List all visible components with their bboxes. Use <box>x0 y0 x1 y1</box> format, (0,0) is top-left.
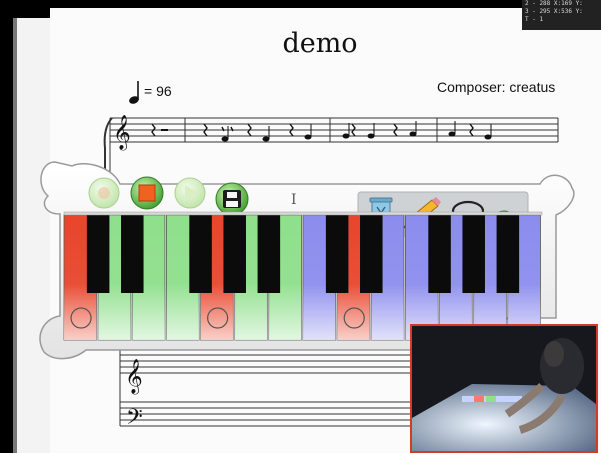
black-key[interactable] <box>223 215 246 293</box>
black-key[interactable] <box>462 215 485 293</box>
stop-button[interactable] <box>130 176 164 210</box>
black-key[interactable] <box>189 215 212 293</box>
black-key[interactable] <box>360 215 383 293</box>
black-key[interactable] <box>428 215 451 293</box>
black-key[interactable] <box>86 215 110 293</box>
record-button[interactable] <box>88 177 120 209</box>
camera-scene <box>412 326 596 451</box>
save-button[interactable] <box>215 182 249 216</box>
screen: demo = 96 Composer: creatus 𝄞 𝄞 𝄢 I 2 - … <box>0 0 601 453</box>
play-button[interactable] <box>174 177 206 209</box>
black-key[interactable] <box>325 215 349 293</box>
black-key[interactable] <box>257 215 281 293</box>
text-cursor: I <box>291 192 297 208</box>
camera-inset <box>410 324 598 453</box>
black-key[interactable] <box>496 215 520 293</box>
black-key[interactable] <box>121 215 144 293</box>
debug-line: 3 - 295 X:536 Y: <box>525 8 583 15</box>
debug-overlay: 2 - 288 X:169 Y: 3 - 295 X:536 Y: T - 1 <box>522 0 601 30</box>
debug-line: T - 1 <box>525 16 544 23</box>
debug-line: 2 - 288 X:169 Y: <box>525 0 583 7</box>
